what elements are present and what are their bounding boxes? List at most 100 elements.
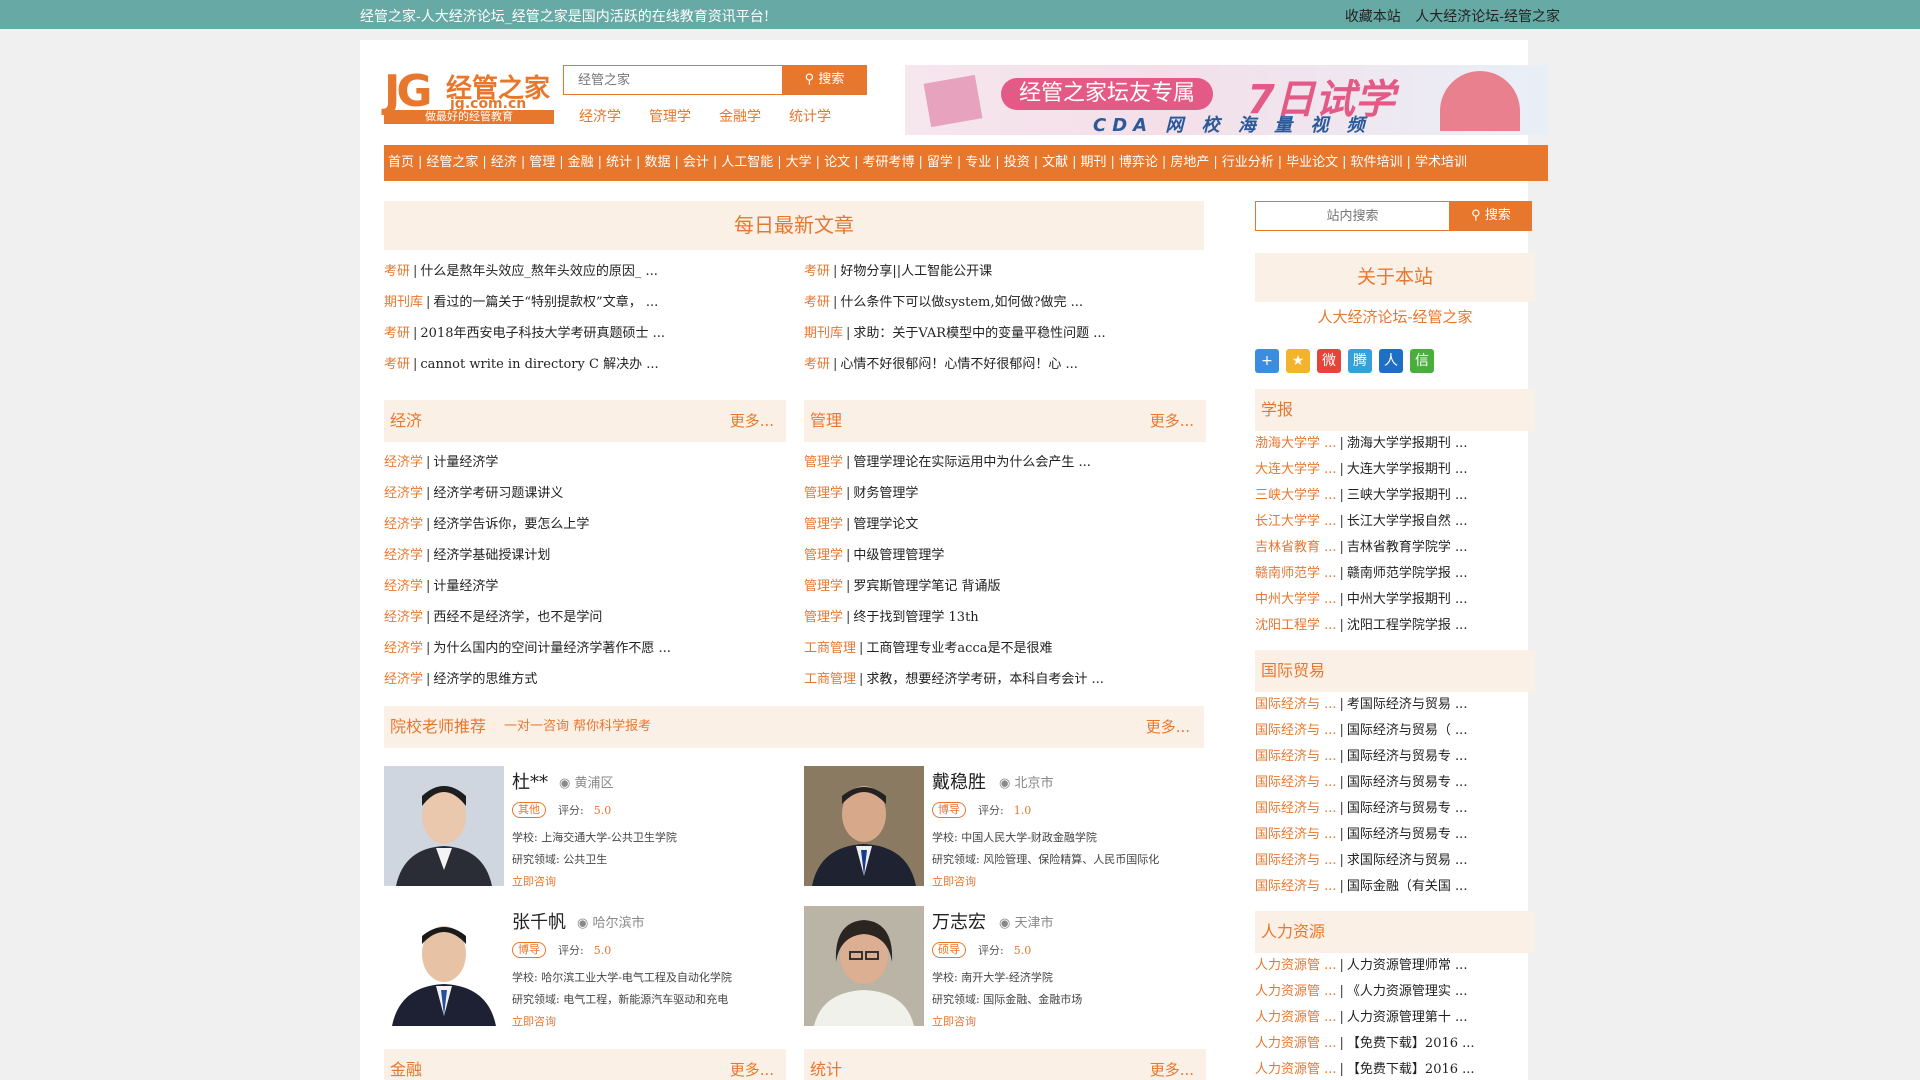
list-item[interactable]: 国际经济与 ... | 国际经济与贸易专 ... (1255, 744, 1467, 770)
teacher-card[interactable]: 张千帆 ◉ 哈尔滨市 博导 评分: 5.0 学校: 哈尔滨工业大学-电气工程及自动… (384, 906, 784, 1036)
list-item[interactable]: 经济学 | 经济学的思维方式 (384, 664, 786, 695)
list-item[interactable]: 渤海大学学 ... | 渤海大学学报期刊 ... (1255, 431, 1467, 457)
teacher-name[interactable]: 戴稳胜 (932, 768, 986, 794)
list-item[interactable]: 经济学 | 为什么国内的空间计量经济学著作不愿 ... (384, 633, 786, 664)
nav-invest[interactable]: 投资 (1004, 155, 1030, 170)
site-logo[interactable]: JG 经管之家 jg.com.cn 做最好的经管教育 (384, 66, 554, 124)
teacher-photo[interactable] (804, 906, 924, 1026)
list-item[interactable]: 考研 | 什么是熬年头效应_熬年头效应的原因_ ... (384, 256, 665, 287)
nav-management[interactable]: 管理 (529, 155, 555, 170)
list-item[interactable]: 工商管理 | 工商管理专业考acca是不是很难 (804, 633, 1206, 664)
list-item[interactable]: 吉林省教育 ... | 吉林省教育学院学 ... (1255, 535, 1467, 561)
subnav-management[interactable]: 管理学 (649, 109, 691, 125)
nav-data[interactable]: 数据 (644, 155, 670, 170)
item-category[interactable]: 工商管理 (804, 641, 856, 656)
header-search-input[interactable] (563, 65, 783, 95)
consult-button[interactable]: 立即咨询 (932, 873, 976, 889)
header-search-button[interactable]: ⚲ 搜索 (782, 65, 867, 95)
nav-ai[interactable]: 人工智能 (721, 155, 773, 170)
list-item[interactable]: 沈阳工程学 ... | 沈阳工程学院学报 ... (1255, 613, 1467, 639)
item-title[interactable]: 为什么国内的空间计量经济学著作不愿 ... (433, 641, 671, 656)
item-category[interactable]: 考研 (384, 264, 410, 279)
share-more-icon[interactable]: + (1255, 349, 1279, 373)
list-item[interactable]: 经济学 | 西经不是经济学，也不是学问 (384, 602, 786, 633)
teacher-name[interactable]: 万志宏 (932, 908, 986, 934)
item-category[interactable]: 管理学 (804, 579, 843, 594)
nav-paper[interactable]: 论文 (824, 155, 850, 170)
nav-jg[interactable]: 经管之家 (426, 155, 478, 170)
list-item[interactable]: 管理学 | 中级管理管理学 (804, 540, 1206, 571)
nav-academic[interactable]: 学术培训 (1415, 155, 1467, 170)
item-category[interactable]: 考研 (384, 326, 410, 341)
list-item[interactable]: 期刊库 | 看过的一篇关于“特别提款权”文章， ... (384, 287, 665, 318)
wechat-icon[interactable]: 信 (1410, 349, 1434, 373)
item-category[interactable]: 经济学 (384, 610, 423, 625)
item-category[interactable]: 经济学 (384, 641, 423, 656)
list-item[interactable]: 管理学 | 管理学理论在实际运用中为什么会产生 ... (804, 447, 1206, 478)
item-title[interactable]: 求教，想要经济学考研，本科自考会计 ... (866, 672, 1104, 687)
list-item[interactable]: 国际经济与 ... | 考国际经济与贸易 ... (1255, 692, 1467, 718)
item-title[interactable]: 管理学论文 (853, 517, 918, 532)
nav-exam[interactable]: 考研考博 (862, 155, 914, 170)
list-item[interactable]: 经济学 | 计量经济学 (384, 447, 786, 478)
item-title[interactable]: 工商管理专业考acca是不是很难 (866, 641, 1052, 656)
nav-game-theory[interactable]: 博弈论 (1119, 155, 1158, 170)
list-item[interactable]: 国际经济与 ... | 国际经济与贸易（ ... (1255, 718, 1467, 744)
list-item[interactable]: 管理学 | 终于找到管理学 13th (804, 602, 1206, 633)
item-category[interactable]: 经济学 (384, 548, 423, 563)
list-item[interactable]: 考研 | cannot write in directory C 解决办 ... (384, 349, 665, 380)
list-item[interactable]: 管理学 | 管理学论文 (804, 509, 1206, 540)
list-item[interactable]: 人力资源管 ... | 【免费下载】2016 ... (1255, 1057, 1475, 1080)
item-category[interactable]: 管理学 (804, 517, 843, 532)
nav-real-estate[interactable]: 房地产 (1170, 155, 1209, 170)
list-item[interactable]: 国际经济与 ... | 国际金融（有关国 ... (1255, 874, 1467, 900)
teacher-photo[interactable] (384, 906, 504, 1026)
consult-button[interactable]: 立即咨询 (512, 873, 556, 889)
list-item[interactable]: 考研 | 好物分享||人工智能公开课 (804, 256, 1106, 287)
item-title[interactable]: 计量经济学 (433, 579, 498, 594)
item-category[interactable]: 工商管理 (804, 672, 856, 687)
subnav-finance[interactable]: 金融学 (719, 109, 761, 125)
management-more-link[interactable]: 更多... (1150, 400, 1194, 442)
list-item[interactable]: 考研 | 心情不好很郁闷！心情不好很郁闷！心 ... (804, 349, 1106, 380)
subnav-economics[interactable]: 经济学 (579, 109, 621, 125)
item-title[interactable]: cannot write in directory C 解决办 ... (420, 357, 658, 372)
teachers-subtitle-link[interactable]: 一对一咨询 帮你科学报考 (504, 706, 651, 748)
list-item[interactable]: 管理学 | 罗宾斯管理学笔记 背诵版 (804, 571, 1206, 602)
finance-more-link[interactable]: 更多... (730, 1049, 774, 1080)
nav-journal[interactable]: 期刊 (1081, 155, 1107, 170)
list-item[interactable]: 经济学 | 计量经济学 (384, 571, 786, 602)
nav-home[interactable]: 首页 (388, 155, 414, 170)
about-site-link[interactable]: 人大经济论坛-经管之家 (1255, 306, 1535, 327)
item-category[interactable]: 经济学 (384, 486, 423, 501)
consult-button[interactable]: 立即咨询 (512, 1013, 556, 1029)
item-title[interactable]: 经济学告诉你，要怎么上学 (433, 517, 589, 532)
item-title[interactable]: 中级管理管理学 (853, 548, 944, 563)
list-item[interactable]: 管理学 | 财务管理学 (804, 478, 1206, 509)
teacher-card[interactable]: 万志宏 ◉ 天津市 硕导 评分: 5.0 学校: 南开大学-经济学院 研究领域: … (804, 906, 1204, 1036)
teacher-card[interactable]: 杜** ◉ 黄浦区 其他 评分: 5.0 学校: 上海交通大学-公共卫生学院 研究… (384, 766, 784, 896)
list-item[interactable]: 考研 | 2018年西安电子科技大学考研真题硕士 ... (384, 318, 665, 349)
item-title[interactable]: 好物分享||人工智能公开课 (840, 264, 992, 279)
teacher-photo[interactable] (384, 766, 504, 886)
teacher-card[interactable]: 戴稳胜 ◉ 北京市 博导 评分: 1.0 学校: 中国人民大学-财政金融学院 研究… (804, 766, 1204, 896)
item-title[interactable]: 西经不是经济学，也不是学问 (433, 610, 602, 625)
teachers-more-link[interactable]: 更多... (1146, 706, 1190, 748)
nav-thesis[interactable]: 毕业论文 (1286, 155, 1338, 170)
item-category[interactable]: 经济学 (384, 517, 423, 532)
renren-icon[interactable]: 人 (1379, 349, 1403, 373)
sidebar-search-button[interactable]: ⚲ 搜索 (1450, 201, 1532, 231)
site-name-link[interactable]: 人大经济论坛-经管之家 (1415, 9, 1560, 25)
nav-industry[interactable]: 行业分析 (1222, 155, 1274, 170)
item-category[interactable]: 管理学 (804, 486, 843, 501)
item-title[interactable]: 罗宾斯管理学笔记 背诵版 (853, 579, 1000, 594)
item-category[interactable]: 考研 (804, 295, 830, 310)
nav-university[interactable]: 大学 (786, 155, 812, 170)
nav-literature[interactable]: 文献 (1042, 155, 1068, 170)
qzone-icon[interactable]: ★ (1286, 349, 1310, 373)
list-item[interactable]: 人力资源管 ... | 《人力资源管理实 ... (1255, 979, 1475, 1005)
list-item[interactable]: 三峡大学学 ... | 三峡大学学报期刊 ... (1255, 483, 1467, 509)
item-category[interactable]: 管理学 (804, 548, 843, 563)
list-item[interactable]: 中州大学学 ... | 中州大学学报期刊 ... (1255, 587, 1467, 613)
item-category[interactable]: 管理学 (804, 610, 843, 625)
